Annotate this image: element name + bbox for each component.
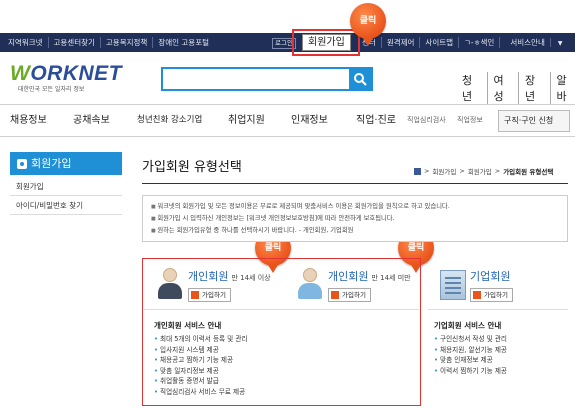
card-divider (428, 309, 568, 310)
notice-line: 회원가입 시 입력하신 개인정보는 [워크넷 개인정보보호방침]에 따라 안전하… (151, 213, 559, 225)
nav-psych-test[interactable]: 직업심리검사 (407, 105, 446, 138)
card-personal-adult: 개인회원 만 14세 이상 가입하기 (158, 266, 288, 310)
top-link-center-search[interactable]: 고용센터찾기 (49, 37, 101, 48)
page-title: 가입회원 유형선택 (142, 160, 242, 175)
corporate-services: 기업회원 서비스 안내 구인신청서 작성 및 관리 채용지원, 알선기능 제공 … (434, 320, 507, 376)
top-utility-bar: 지역워크넷 고용센터찾기 고용복지정책 장애인 고용포털 로그인 회원가입 센터… (0, 33, 575, 52)
arrow-icon (331, 291, 339, 299)
quick-link-women[interactable]: 여성 (488, 72, 519, 104)
search-input[interactable] (163, 69, 349, 89)
logo-text: ORKNET (30, 62, 122, 85)
nav-talent-info[interactable]: 인재정보 (291, 105, 328, 138)
nav-job-info[interactable]: 채용정보 (10, 105, 47, 138)
logo-wordmark: WORKNET (10, 62, 122, 85)
top-left-links: 지역워크넷 고용센터찾기 고용복지정책 장애인 고용포털 (8, 33, 214, 52)
card-divider (144, 309, 419, 310)
top-link-service-guide[interactable]: 서비스안내 ▼ (500, 37, 572, 48)
top-link-index[interactable]: ㄱ-ㅎ색인 (459, 37, 501, 48)
card-personal-child: 개인회원 만 14세 미만 가입하기 (298, 266, 418, 310)
personal-adult-label: 개인회원 만 14세 이상 (188, 270, 271, 283)
adult-person-icon (158, 268, 182, 300)
card-corporate: 기업회원 가입하기 (440, 266, 568, 310)
building-icon (440, 270, 466, 300)
nav-career[interactable]: 직업·진로 (356, 105, 396, 138)
quick-links: 청년 여성 장년 알바 (456, 72, 575, 104)
lock-icon (17, 158, 27, 169)
service-item: 취업활동 증명서 발급 (154, 376, 247, 387)
personal-child-label: 개인회원 만 14세 미만 (328, 270, 411, 283)
search-button[interactable] (349, 69, 371, 89)
chevron-down-icon: ▼ (557, 40, 563, 47)
join-personal-adult-button[interactable]: 가입하기 (188, 288, 231, 302)
service-item: 이력서 찜하기 기능 제공 (434, 366, 507, 377)
home-icon[interactable] (414, 167, 421, 175)
search-icon (354, 73, 367, 86)
click-badge-join: 클릭 (350, 3, 386, 46)
child-person-icon (298, 268, 322, 300)
sidebar-item-join[interactable]: 회원가입 (10, 177, 122, 196)
service-item: 채용지원, 알선기능 제공 (434, 345, 507, 356)
service-guide-label: 서비스안내 (505, 38, 551, 47)
main-navigation: 채용정보 공채속보 청년친화 강소기업 취업지원 인재정보 직업·진로 직업심리… (0, 104, 575, 137)
sidebar-item-find-id-password[interactable]: 아이디/비밀번호 찾기 (10, 196, 122, 215)
service-item: 입사지원 시스템 제공 (154, 345, 247, 356)
service-item: 직업심리검사 서비스 무료 제공 (154, 387, 247, 398)
nav-open-recruit[interactable]: 공채속보 (73, 105, 110, 138)
apply-button[interactable]: 구직·구인 신청 (498, 110, 570, 132)
search-box (161, 67, 373, 91)
age-condition: 만 14세 미만 (371, 274, 411, 282)
join-corporate-button[interactable]: 가입하기 (470, 288, 513, 302)
age-condition: 만 14세 이상 (231, 274, 271, 282)
sidebar-title: 회원가입 (10, 152, 122, 175)
nav-job-dictionary[interactable]: 직업정보 (457, 105, 483, 138)
join-personal-child-button[interactable]: 가입하기 (328, 288, 371, 302)
breadcrumb-current: 가입회원 유형선택 (503, 168, 554, 176)
top-right-links: 센터 원격제어 사이트맵 ㄱ-ㅎ색인 서비스안내▼ (357, 33, 572, 52)
join-highlight-box (292, 29, 360, 56)
sidebar-title-label: 회원가입 (31, 157, 72, 170)
breadcrumb: > 회원가입 > 회원가입 > 가입회원 유형선택 (414, 166, 553, 176)
service-item: 최대 5개의 이력서 등록 및 관리 (154, 334, 247, 345)
personal-services: 개인회원 서비스 안내 최대 5개의 이력서 등록 및 관리 입사지원 시스템 … (154, 320, 247, 397)
top-link-regional-worknet[interactable]: 지역워크넷 (8, 37, 49, 48)
personal-services-title: 개인회원 서비스 안내 (154, 321, 222, 330)
top-link-sitemap[interactable]: 사이트맵 (420, 37, 460, 48)
notice-line: 원하는 회원가입유형 중 하나를 선택하시기 바랍니다. - 개인회원, 기업회… (151, 225, 559, 237)
notice-line: 워크넷의 회원가입 및 모든 정보이용은 무료로 제공되며 맞춤서비스 이용은 … (151, 201, 559, 213)
nav-employment-support[interactable]: 취업지원 (228, 105, 265, 138)
breadcrumb-item[interactable]: 회원가입 (432, 166, 456, 176)
arrow-icon (473, 291, 481, 299)
quick-link-parttime[interactable]: 알바 (551, 72, 575, 104)
service-item: 채용공고 찜하기 기능 제공 (154, 355, 247, 366)
quick-link-senior[interactable]: 장년 (519, 72, 551, 104)
notice-box: 워크넷의 회원가입 및 모든 정보이용은 무료로 제공되며 맞춤서비스 이용은 … (142, 195, 568, 242)
top-link-welfare-policy[interactable]: 고용복지정책 (101, 37, 154, 48)
arrow-icon (191, 291, 199, 299)
top-link-disabled-portal[interactable]: 장애인 고용포털 (153, 37, 214, 48)
corporate-services-title: 기업회원 서비스 안내 (434, 321, 502, 330)
title-divider (142, 183, 568, 184)
service-item: 구인신청서 작성 및 관리 (434, 334, 507, 345)
corporate-label: 기업회원 (470, 270, 511, 283)
worknet-logo[interactable]: WORKNET 대한민국 모든 일자리 정보 (10, 62, 122, 93)
quick-link-youth[interactable]: 청년 (456, 72, 488, 104)
top-link-remote-control[interactable]: 원격제어 (382, 37, 421, 48)
service-item: 맞춤 일자리정보 제공 (154, 366, 247, 377)
service-item: 맞춤 인재정보 제공 (434, 355, 507, 366)
breadcrumb-item[interactable]: 회원가입 (468, 166, 492, 176)
nav-youth-sme[interactable]: 청년친화 강소기업 (137, 105, 202, 138)
